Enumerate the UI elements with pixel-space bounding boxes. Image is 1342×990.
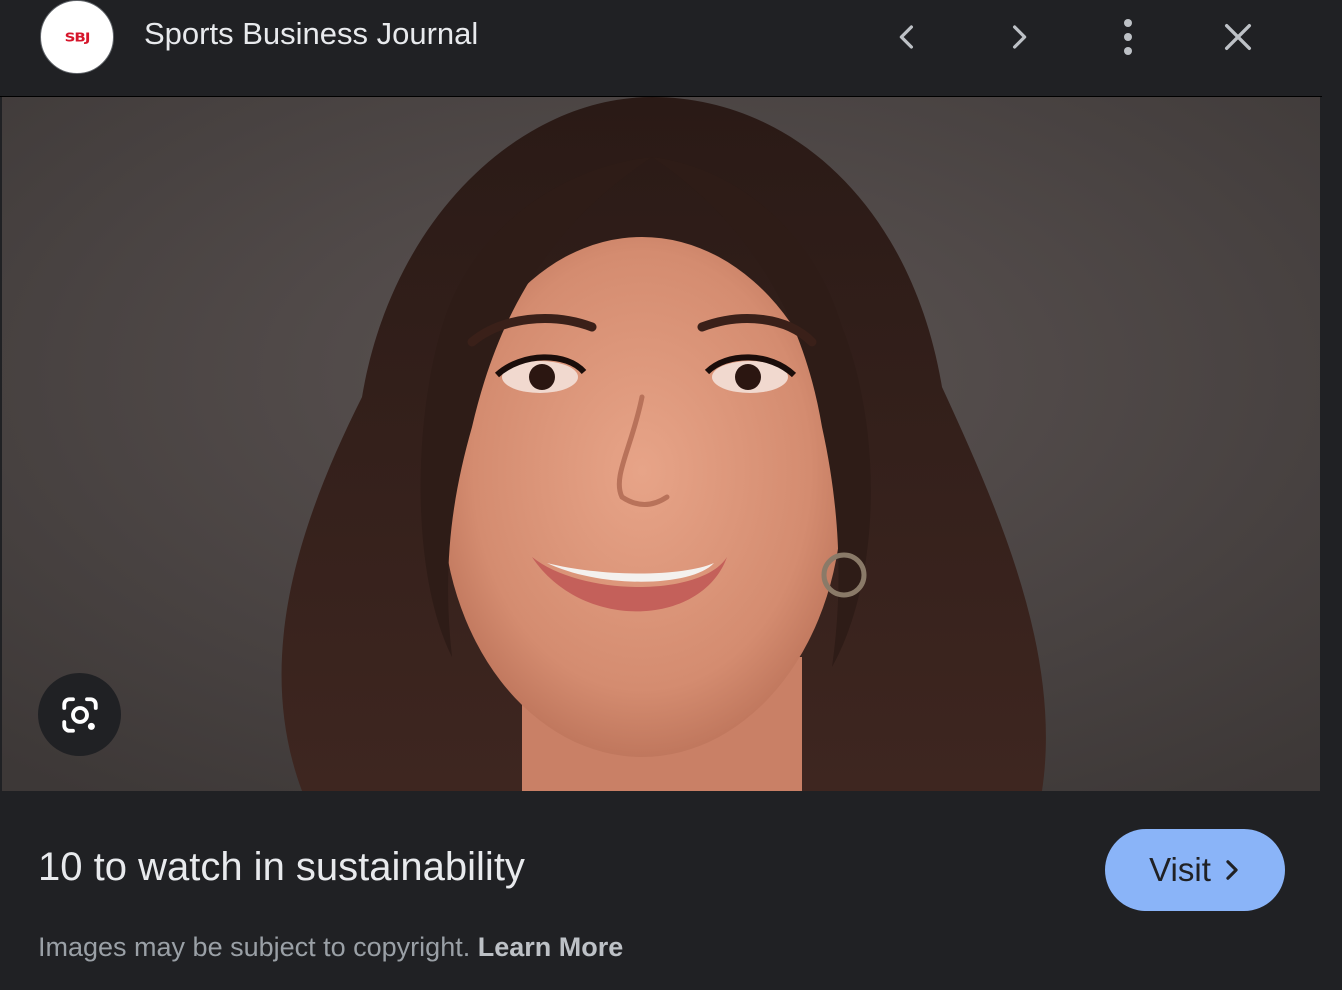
visit-button-label: Visit xyxy=(1149,851,1211,888)
source-title[interactable]: Sports Business Journal xyxy=(144,16,478,52)
image-preview-panel: SBJ Sports Business Journal 10 to watch … xyxy=(0,0,1342,990)
visit-button[interactable]: Visit xyxy=(1105,829,1285,911)
close-button[interactable] xyxy=(1211,10,1265,64)
google-lens-icon xyxy=(61,696,98,733)
learn-more-link[interactable]: Learn More xyxy=(478,932,624,962)
preview-header: SBJ Sports Business Journal xyxy=(0,0,1322,97)
more-options-button[interactable] xyxy=(1101,10,1155,64)
chevron-right-icon xyxy=(1013,25,1027,49)
google-lens-button[interactable] xyxy=(38,673,121,756)
copyright-notice: Images may be subject to copyright. Lear… xyxy=(38,932,623,963)
more-vert-icon xyxy=(1124,19,1132,55)
next-button[interactable] xyxy=(992,10,1046,64)
preview-image[interactable] xyxy=(2,97,1320,791)
source-logo[interactable]: SBJ xyxy=(40,0,114,74)
portrait-image xyxy=(2,97,1320,791)
source-logo-text: SBJ xyxy=(64,29,91,45)
previous-button[interactable] xyxy=(880,10,934,64)
copyright-text: Images may be subject to copyright. xyxy=(38,932,471,962)
chevron-left-icon xyxy=(899,25,913,49)
close-icon xyxy=(1224,23,1252,51)
image-caption[interactable]: 10 to watch in sustainability xyxy=(38,845,525,890)
chevron-right-icon xyxy=(1223,859,1241,881)
